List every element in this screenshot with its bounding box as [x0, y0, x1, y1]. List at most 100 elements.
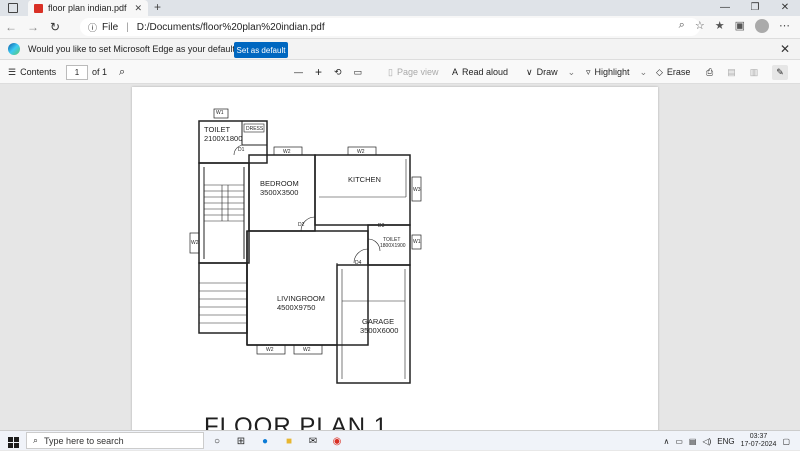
- draw-icon: ∨: [526, 66, 533, 77]
- window-controls: — ❐ ✕: [710, 0, 800, 16]
- address-bar-icons: ⌕ ☆ ★ ▣ ⋯: [679, 19, 790, 33]
- taskbar: ⌕ Type here to search ○ ⊞ ● ■ ✉ ◉ ∧ ▭ ▤ …: [0, 430, 800, 450]
- fit-page-icon[interactable]: ▭: [354, 67, 363, 78]
- page-view-label: Page view: [396, 67, 439, 77]
- profile-avatar[interactable]: [755, 19, 769, 33]
- more-icon[interactable]: ⋯: [779, 19, 790, 33]
- save-as-icon[interactable]: ▥: [750, 67, 759, 78]
- zoom-icon[interactable]: ⌕: [679, 19, 685, 33]
- garage-label: GARAGE: [362, 317, 395, 326]
- clock[interactable]: 03:37 17-07-2024: [741, 433, 777, 449]
- pin-toolbar-icon[interactable]: ✎: [772, 64, 788, 80]
- battery-icon[interactable]: ▭: [675, 437, 683, 446]
- highlight-label: Highlight: [594, 67, 630, 77]
- rotate-icon[interactable]: ⟲: [334, 67, 342, 78]
- w2-kitchen-tag: W2: [357, 149, 365, 155]
- collections-icon[interactable]: ▣: [735, 19, 745, 33]
- close-window-button[interactable]: ✕: [770, 0, 800, 16]
- volume-icon[interactable]: ◁): [702, 437, 711, 446]
- bedroom-size: 3500X3500: [260, 188, 299, 197]
- w2-bottom-2-tag: W2: [303, 347, 311, 353]
- page-view-button[interactable]: ▯ Page view: [388, 60, 438, 84]
- edge-taskbar-icon[interactable]: ●: [256, 433, 274, 449]
- zoom-in-button[interactable]: +: [315, 65, 322, 79]
- contents-label: Contents: [20, 67, 57, 77]
- clock-time: 03:37: [749, 433, 768, 440]
- title-bar: floor plan indian.pdf ✕ + — ❐ ✕: [0, 0, 800, 16]
- toilet-1-label: TOILET: [204, 125, 231, 134]
- windows-logo-icon: [7, 437, 19, 448]
- task-view-icon[interactable]: ⊞: [232, 433, 250, 449]
- page-number-input[interactable]: 1: [66, 64, 88, 80]
- highlight-button[interactable]: ▿ Highlight ⌄: [586, 60, 647, 84]
- kitchen-label: KITCHEN: [348, 175, 381, 184]
- highlight-icon: ▿: [586, 66, 591, 77]
- w3-tag: W3: [413, 187, 421, 193]
- maximize-button[interactable]: ❐: [740, 0, 770, 16]
- system-tray: ∧ ▭ ▤ ◁) ENG 03:37 17-07-2024 ▢: [663, 431, 790, 451]
- tab-actions-icon[interactable]: [8, 3, 18, 13]
- start-button[interactable]: [0, 433, 26, 448]
- save-icon[interactable]: ▤: [727, 67, 736, 78]
- contents-icon: ☰: [8, 66, 17, 77]
- d2-tag: D2: [298, 222, 305, 228]
- eraser-icon: ◇: [656, 66, 663, 77]
- draw-chevron-icon[interactable]: ⌄: [568, 67, 576, 78]
- d3-tag: D3: [378, 223, 385, 229]
- read-aloud-icon: A: [452, 67, 459, 77]
- refresh-icon[interactable]: ↻: [44, 20, 66, 34]
- toilet-1-size: 2100X1800: [204, 134, 243, 143]
- language-indicator[interactable]: ENG: [717, 437, 734, 446]
- taskbar-search[interactable]: ⌕ Type here to search: [26, 432, 204, 449]
- set-default-button[interactable]: Set as default: [234, 42, 288, 58]
- notifications-icon[interactable]: ▢: [782, 437, 790, 446]
- show-hidden-icons[interactable]: ∧: [663, 437, 669, 446]
- page-view-icon: ▯: [388, 66, 393, 77]
- erase-button[interactable]: ◇ Erase: [656, 60, 690, 84]
- network-icon[interactable]: ▤: [689, 437, 697, 446]
- chrome-icon[interactable]: ◉: [328, 433, 346, 449]
- forward-icon[interactable]: →: [22, 20, 44, 34]
- livingroom-label: LIVINGROOM: [277, 294, 325, 303]
- url-separator: |: [126, 21, 129, 33]
- read-aloud-label: Read aloud: [462, 67, 509, 77]
- pdf-file-icon: [34, 3, 43, 13]
- tab-floor-plan[interactable]: floor plan indian.pdf ✕: [28, 0, 148, 16]
- cortana-icon[interactable]: ○: [208, 433, 226, 449]
- w1-top-tag: W1: [216, 110, 224, 116]
- read-aloud-button[interactable]: A Read aloud: [452, 60, 508, 84]
- highlight-chevron-icon[interactable]: ⌄: [640, 67, 648, 78]
- tab-title: floor plan indian.pdf: [48, 3, 127, 13]
- contents-button[interactable]: ☰ Contents: [8, 60, 56, 84]
- draw-button[interactable]: ∨ Draw ⌄: [526, 60, 575, 84]
- favorites-add-icon[interactable]: ☆: [695, 19, 705, 33]
- tab-close-icon[interactable]: ✕: [134, 3, 142, 14]
- print-icon[interactable]: ⎙: [706, 67, 713, 78]
- url-scheme: File: [102, 21, 119, 33]
- taskbar-apps: ○ ⊞ ● ■ ✉ ◉: [208, 433, 346, 449]
- address-bar[interactable]: ⓘ File | D:/Documents/floor%20plan%20ind…: [80, 18, 700, 36]
- file-explorer-icon[interactable]: ■: [280, 433, 298, 449]
- back-icon[interactable]: ←: [0, 20, 22, 34]
- info-icon[interactable]: ⓘ: [88, 21, 97, 34]
- dress-label: DRESS: [246, 126, 264, 132]
- new-tab-button[interactable]: +: [154, 0, 161, 14]
- bedroom-label: BEDROOM: [260, 179, 299, 188]
- default-browser-infobar: Would you like to set Microsoft Edge as …: [0, 38, 800, 60]
- url-path: D:/Documents/floor%20plan%20indian.pdf: [136, 21, 325, 33]
- clock-date: 17-07-2024: [740, 441, 777, 448]
- pdf-viewer[interactable]: W1 TOILET 2100X1800 DRESS D1 W2 W2 BEDRO…: [0, 84, 800, 430]
- w2-left-tag: W2: [191, 240, 199, 246]
- mail-icon[interactable]: ✉: [304, 433, 322, 449]
- d1-tag: D1: [238, 147, 245, 153]
- minimize-button[interactable]: —: [710, 0, 740, 16]
- address-bar-row: ← → ↻ ⓘ File | D:/Documents/floor%20plan…: [0, 16, 800, 38]
- zoom-out-button[interactable]: —: [294, 67, 303, 77]
- favorites-icon[interactable]: ★: [715, 19, 725, 33]
- toilet-2-size: 1800X1900: [380, 243, 406, 249]
- d4-tag: D4: [355, 260, 362, 266]
- find-icon[interactable]: ⌕: [119, 66, 125, 79]
- livingroom-size: 4500X9750: [277, 303, 316, 312]
- infobar-close-icon[interactable]: ✕: [780, 42, 790, 56]
- w2-bedroom-tag: W2: [283, 149, 291, 155]
